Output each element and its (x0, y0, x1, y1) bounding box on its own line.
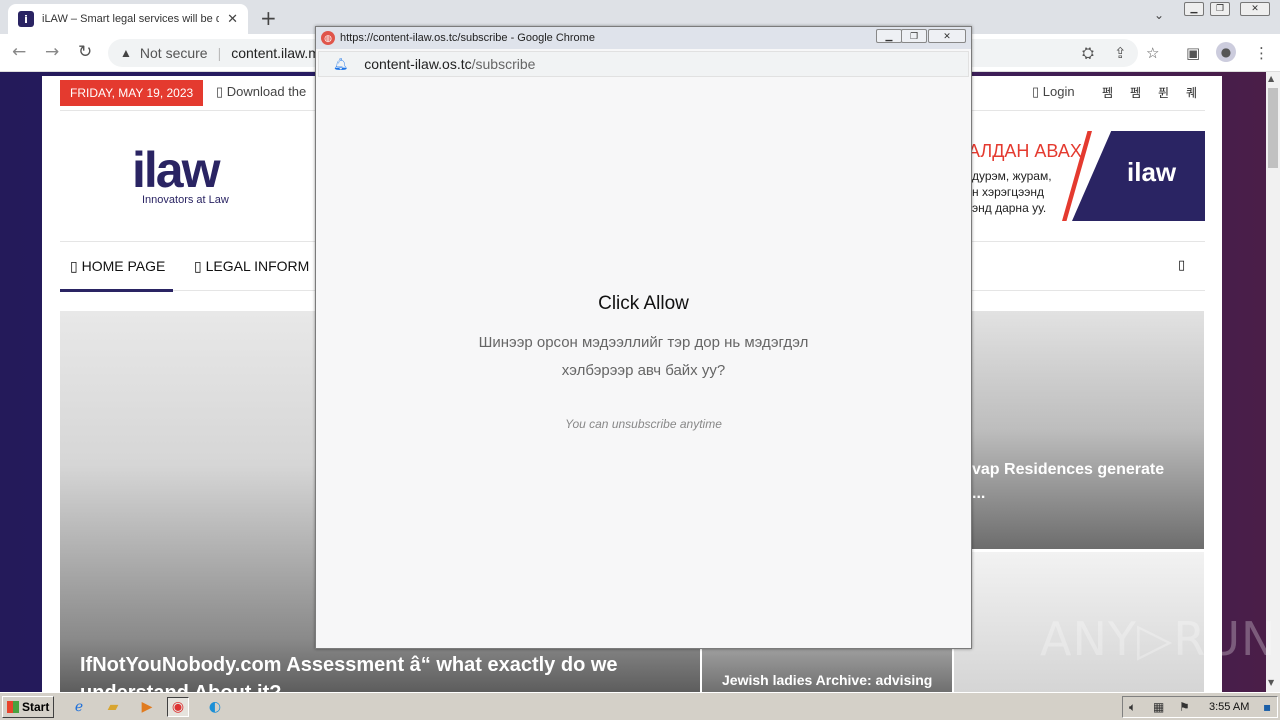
menu-icon[interactable]: ⋮ (1254, 44, 1269, 62)
popup-address-bar[interactable]: 🔔︎ content-ilaw.os.tc/subscribe (318, 51, 969, 77)
edge-icon[interactable]: ◐ (204, 697, 226, 717)
system-tray: 🔈︎ ▦ ⚑ 3:55 AM ▪ (1122, 696, 1278, 718)
logo-word: ilaw (132, 142, 220, 198)
popup-titlebar[interactable]: ◍ https://content-ilaw.os.tc/subscribe -… (316, 27, 971, 49)
scroll-thumb[interactable] (1268, 88, 1278, 168)
warning-icon: ▲ (120, 46, 132, 60)
network-icon[interactable]: ▦ (1153, 700, 1164, 714)
new-tab-icon[interactable]: + (260, 6, 277, 30)
nav-label: HOME PAGE (81, 258, 166, 274)
scroll-up-icon[interactable]: ▲ (1268, 74, 1274, 83)
page-scrollbar[interactable]: ▲ ▼ (1266, 72, 1280, 692)
star-icon[interactable]: ☆ (1146, 44, 1159, 62)
start-button[interactable]: Start (2, 696, 54, 718)
address-separator: | (217, 45, 222, 61)
folder-icon[interactable]: ▰ (102, 697, 124, 717)
chevron-down-icon[interactable]: ⌄ (1154, 8, 1164, 22)
chrome-icon[interactable]: ◉ (167, 697, 189, 717)
login-link[interactable]: ▯ Login (1032, 84, 1075, 100)
logo-tagline: Innovators at Law (142, 194, 229, 206)
banner-line: н хэрэгцээнд (972, 185, 1045, 199)
minimize-window-icon[interactable]: ▁ (876, 29, 902, 43)
volume-icon[interactable]: 🔈︎ (1129, 700, 1136, 715)
nav-legal-information[interactable]: ▯ LEGAL INFORM (194, 258, 309, 275)
popup-note: You can unsubscribe anytime (565, 417, 722, 431)
internet-explorer-icon[interactable]: ℯ (68, 697, 90, 717)
side-article-ellipsis: ... (972, 485, 986, 502)
tab-title: iLAW – Smart legal services will be d (42, 13, 220, 25)
back-icon[interactable]: ← (12, 42, 26, 62)
address-url: content.ilaw.mn (231, 45, 328, 61)
subscribe-popup-window: ◍ https://content-ilaw.os.tc/subscribe -… (315, 26, 972, 649)
reload-icon[interactable]: ↻ (78, 42, 92, 62)
social-link-2[interactable]: 펨 (1130, 84, 1141, 101)
social-link-4[interactable]: 퀘 (1186, 84, 1197, 101)
share-icon[interactable]: ⇪ (1114, 44, 1127, 62)
site-logo[interactable]: ilaw Innovators at Law (132, 142, 262, 206)
popup-url-host: content-ilaw.os.tc (364, 56, 472, 72)
download-link[interactable]: ▯ Download the (216, 84, 306, 100)
bell-icon[interactable]: 🔔︎ (333, 57, 348, 71)
popup-message: Шинээр орсон мэдээллийг тэр дор нь мэдэг… (478, 334, 809, 379)
nav-home[interactable]: ▯ HOME PAGE (59, 258, 174, 292)
social-link-1[interactable]: 펨 (1102, 84, 1113, 101)
windows-logo-icon (7, 701, 19, 713)
forward-icon[interactable]: → (45, 42, 59, 62)
security-status: Not secure (139, 45, 208, 61)
close-window-icon[interactable]: ✕ (928, 29, 966, 43)
date-badge: FRIDAY, MAY 19, 2023 (60, 80, 204, 106)
show-desktop-icon[interactable]: ▪ (1263, 700, 1271, 714)
sidebar-icon[interactable]: ▣ (1186, 44, 1200, 62)
media-player-icon[interactable]: ▶ (136, 697, 158, 717)
social-link-3[interactable]: 퓐 (1158, 84, 1169, 101)
banner-line: дурэм, журам, (972, 169, 1052, 183)
banner-line: энд дарна уу. (972, 201, 1047, 215)
profile-icon[interactable]: ● (1216, 42, 1236, 62)
translate-icon[interactable]: ⛭ (1082, 44, 1094, 62)
clock: 3:55 AM (1209, 701, 1250, 713)
minimize-window-icon[interactable]: ▁ (1184, 2, 1204, 16)
side-article-title: vap Residences generate (972, 461, 1165, 478)
scroll-down-icon[interactable]: ▼ (1268, 678, 1274, 687)
restore-window-icon[interactable]: ❐ (1210, 2, 1230, 16)
login-label: Login (1042, 84, 1075, 99)
flag-icon[interactable]: ⚑ (1179, 700, 1190, 714)
search-icon[interactable]: ▯ (1178, 258, 1185, 273)
popup-heading: Click Allow (598, 293, 689, 314)
close-window-icon[interactable]: ✕ (1240, 2, 1270, 16)
header-banner-ad[interactable]: АЛДАН АВАХ дурэм, журам, н хэрэгцээнд эн… (962, 131, 1205, 221)
close-tab-icon[interactable]: ✕ (227, 12, 238, 27)
anyrun-watermark: ANY▷RUN (1040, 612, 1277, 666)
start-label: Start (22, 700, 50, 714)
browser-tab[interactable]: i iLAW – Smart legal services will be d … (8, 4, 248, 34)
popup-url-path: /subscribe (471, 56, 536, 72)
nav-label: LEGAL INFORM (205, 258, 310, 274)
popup-favicon-icon: ◍ (321, 31, 335, 45)
side-article-title: Jewish ladies Archive: advising (722, 672, 933, 688)
hero-title: IfNotYouNobody.com Assessment â“ what ex… (80, 654, 618, 692)
popup-window-title: https://content-ilaw.os.tc/subscribe - G… (340, 32, 595, 44)
download-text: Download the (226, 84, 307, 99)
taskbar: Start ℯ ▰ ▶ ◉ ◐ 🔈︎ ▦ ⚑ 3:55 AM ▪ (0, 692, 1280, 720)
banner-headline: АЛДАН АВАХ (968, 141, 1082, 161)
restore-window-icon[interactable]: ❐ (901, 29, 927, 43)
banner-logo: ilaw (1127, 157, 1177, 187)
ilaw-favicon-icon: i (18, 11, 34, 27)
